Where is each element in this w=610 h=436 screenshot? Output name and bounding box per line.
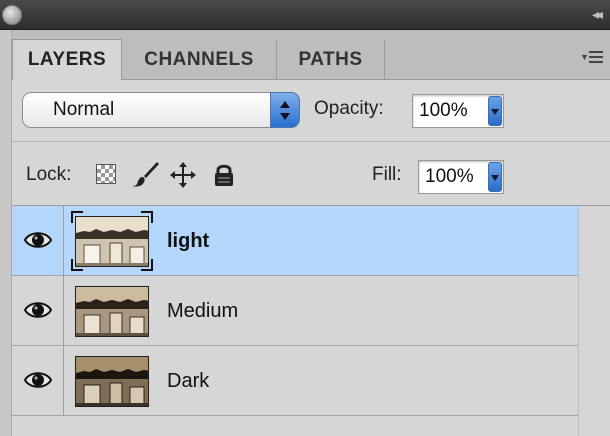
layer-row-light[interactable]: light [12,206,578,276]
blend-mode-row: Normal Opacity: 100% [12,80,610,142]
visibility-toggle[interactable] [12,276,64,346]
layer-name[interactable]: light [167,206,209,276]
image-thumbnail-icon [76,217,148,266]
lock-position-icon[interactable] [168,160,198,190]
panel-titlebar: ◂◂ [0,0,610,30]
opacity-dropdown-icon[interactable] [488,96,502,126]
layer-thumbnail[interactable] [71,281,153,341]
lock-transparent-pixels-icon[interactable] [96,164,120,186]
opacity-label: Opacity: [314,98,384,119]
tab-channels[interactable]: CHANNELS [122,40,277,80]
blend-mode-stepper-icon[interactable] [270,92,300,128]
collapse-icon[interactable]: ◂◂ [586,5,606,23]
visibility-toggle[interactable] [12,346,64,416]
fill-label: Fill: [372,164,402,185]
layer-thumbnail[interactable] [71,211,153,271]
eye-icon [23,302,53,318]
fill-value: 100% [425,166,474,187]
image-thumbnail-icon [76,357,148,406]
lock-label: Lock: [26,164,72,185]
layer-row-medium[interactable]: Medium [12,276,578,346]
layer-row-dark[interactable]: Dark [12,346,578,416]
close-button[interactable] [2,5,22,25]
tab-row: LAYERS CHANNELS PATHS ▼ [12,30,610,80]
opacity-field[interactable]: 100% [412,94,504,128]
layer-name[interactable]: Dark [167,346,209,416]
layer-thumbnail[interactable] [71,351,153,411]
lock-image-pixels-icon[interactable] [130,160,160,188]
visibility-toggle[interactable] [12,206,64,276]
panel-menu-icon[interactable]: ▼ [580,48,604,68]
blend-mode-select[interactable]: Normal [22,92,300,128]
layers-list: light Medium Dark [12,206,578,416]
eye-icon [23,372,53,388]
layers-panel: ◂◂ LAYERS CHANNELS PATHS ▼ Normal Opacit… [0,0,610,436]
left-edge-strip [0,0,12,436]
fill-field[interactable]: 100% [418,160,504,194]
fill-dropdown-icon[interactable] [488,162,502,192]
layers-scrollbar-track[interactable] [578,206,610,436]
blend-mode-value: Normal [53,99,115,120]
opacity-value: 100% [419,100,468,121]
lock-row: Lock: Fill: 100% [12,142,610,206]
tab-paths[interactable]: PATHS [277,40,385,80]
layer-name[interactable]: Medium [167,276,238,346]
lock-all-icon[interactable] [212,162,236,188]
image-thumbnail-icon [76,287,148,336]
eye-icon [23,232,53,248]
tab-layers[interactable]: LAYERS [12,39,122,80]
